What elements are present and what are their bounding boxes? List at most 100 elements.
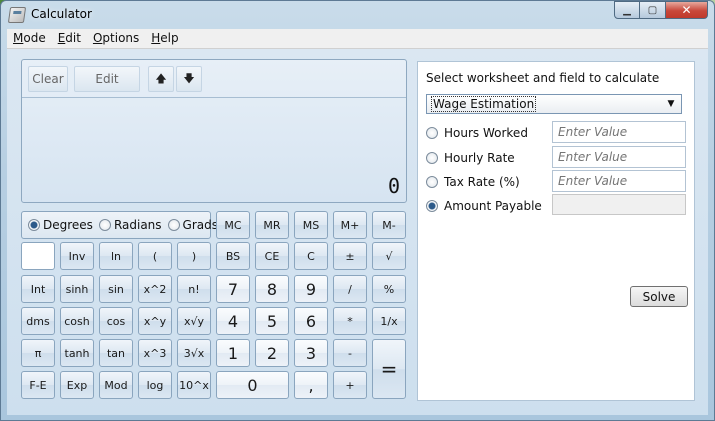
window-title: Calculator: [31, 7, 92, 21]
key-0-button[interactable]: 0: [216, 371, 289, 399]
menu-edit[interactable]: Edit: [52, 29, 87, 48]
history-up-button[interactable]: 🡅: [148, 66, 174, 92]
menu-options-label: ptions: [102, 31, 140, 45]
key-)-button[interactable]: ): [177, 242, 211, 270]
key-e2889a-button[interactable]: √: [372, 242, 406, 270]
key-n!-button[interactable]: n!: [177, 275, 211, 303]
angle-mode-group: Degrees Radians Grads: [21, 211, 218, 239]
hourly-rate-input[interactable]: [552, 146, 686, 168]
key-2b-button[interactable]: +: [333, 371, 367, 399]
key-dms-button[interactable]: dms: [21, 307, 55, 335]
key-xe2889ay-button[interactable]: x√y: [177, 307, 211, 335]
arrow-down-icon: 🡇: [183, 71, 195, 85]
key-exp-button[interactable]: Exp: [60, 371, 94, 399]
menu-mode[interactable]: Mode: [7, 29, 52, 48]
key-25-button[interactable]: %: [372, 275, 406, 303]
chevron-down-icon: ▼: [667, 99, 675, 109]
title-bar[interactable]: Calculator ▁ ▢ ✕: [1, 1, 714, 29]
key-105ex-button[interactable]: 10^x: [177, 371, 211, 399]
key-tanh-button[interactable]: tanh: [60, 339, 94, 367]
field-tax-rate[interactable]: Tax Rate (%): [426, 175, 520, 189]
angle-degrees-label: Degrees: [43, 218, 93, 232]
key-mc-button[interactable]: MC: [216, 211, 250, 239]
key-2c-button[interactable]: ,: [294, 371, 328, 399]
key-bs-button[interactable]: BS: [216, 242, 250, 270]
field-label: Hourly Rate: [444, 151, 515, 165]
radio-icon: [426, 127, 438, 139]
key-ln-button[interactable]: ln: [99, 242, 133, 270]
key-12fx-button[interactable]: 1/x: [372, 307, 406, 335]
key-3e2889ax-button[interactable]: 3√x: [177, 339, 211, 367]
menu-edit-label: dit: [65, 31, 81, 45]
key-cf80-button[interactable]: π: [21, 339, 55, 367]
calculator-icon: [7, 7, 27, 23]
window-controls: ▁ ▢ ✕: [614, 1, 708, 19]
key-*-button[interactable]: *: [333, 307, 367, 335]
solve-button[interactable]: Solve: [630, 286, 688, 307]
field-label: Tax Rate (%): [444, 175, 520, 189]
amount-payable-output: [552, 194, 686, 215]
key-m2b-button[interactable]: M+: [333, 211, 367, 239]
key-cosh-button[interactable]: cosh: [60, 307, 94, 335]
key-int-button[interactable]: Int: [21, 275, 55, 303]
angle-grads[interactable]: Grads: [167, 218, 218, 232]
menu-bar: Mode Edit Options Help: [7, 29, 708, 49]
key-2f-button[interactable]: /: [333, 275, 367, 303]
menu-help-accel: H: [151, 31, 161, 45]
angle-radians[interactable]: Radians: [98, 218, 162, 232]
equals-button[interactable]: =: [372, 339, 406, 399]
worksheet-panel: Select worksheet and field to calculate …: [417, 61, 695, 401]
hours-worked-input[interactable]: [552, 121, 686, 143]
key-ms-button[interactable]: MS: [294, 211, 328, 239]
radio-icon: [98, 219, 111, 231]
key-sin-button[interactable]: sin: [99, 275, 133, 303]
maximize-button[interactable]: ▢: [640, 1, 666, 19]
key---button[interactable]: -: [333, 339, 367, 367]
key-ce-button[interactable]: CE: [255, 242, 289, 270]
maximize-icon: ▢: [647, 4, 658, 16]
angle-degrees[interactable]: Degrees: [28, 218, 93, 232]
key-(-button[interactable]: (: [138, 242, 172, 270]
key-mr-button[interactable]: MR: [255, 211, 289, 239]
worksheet-select[interactable]: Wage Estimation ▼: [426, 94, 682, 114]
menu-help-label: elp: [160, 31, 179, 45]
field-amount-payable[interactable]: Amount Payable: [426, 199, 542, 213]
minimize-button[interactable]: ▁: [614, 1, 640, 19]
key-5-button[interactable]: 5: [255, 307, 289, 335]
history-down-button[interactable]: 🡇: [176, 66, 202, 92]
tax-rate-input[interactable]: [552, 170, 686, 192]
key-x5e2-button[interactable]: x^2: [138, 275, 172, 303]
key-m--button[interactable]: M-: [372, 211, 406, 239]
key-x5ey-button[interactable]: x^y: [138, 307, 172, 335]
key-sinh-button[interactable]: sinh: [60, 275, 94, 303]
key-8-button[interactable]: 8: [255, 275, 289, 303]
key-blank-button[interactable]: [21, 242, 55, 270]
key-1-button[interactable]: 1: [216, 339, 250, 367]
key-x5e3-button[interactable]: x^3: [138, 339, 172, 367]
radio-icon: [167, 219, 180, 231]
key-mod-button[interactable]: Mod: [99, 371, 133, 399]
key-log-button[interactable]: log: [138, 371, 172, 399]
key-c2b1-button[interactable]: ±: [333, 242, 367, 270]
radio-icon: [426, 152, 438, 164]
key-9-button[interactable]: 9: [294, 275, 328, 303]
key-inv-button[interactable]: Inv: [60, 242, 94, 270]
key-f-e-button[interactable]: F-E: [21, 371, 55, 399]
field-label: Amount Payable: [444, 199, 542, 213]
menu-options[interactable]: Options: [87, 29, 145, 48]
clear-history-button[interactable]: Clear: [28, 66, 68, 92]
key-7-button[interactable]: 7: [216, 275, 250, 303]
key-tan-button[interactable]: tan: [99, 339, 133, 367]
key-2-button[interactable]: 2: [255, 339, 289, 367]
radio-icon: [426, 176, 438, 188]
field-hours-worked[interactable]: Hours Worked: [426, 126, 528, 140]
key-3-button[interactable]: 3: [294, 339, 328, 367]
key-c-button[interactable]: C: [294, 242, 328, 270]
close-button[interactable]: ✕: [666, 1, 708, 19]
key-6-button[interactable]: 6: [294, 307, 328, 335]
menu-help[interactable]: Help: [145, 29, 184, 48]
key-4-button[interactable]: 4: [216, 307, 250, 335]
key-cos-button[interactable]: cos: [99, 307, 133, 335]
field-hourly-rate[interactable]: Hourly Rate: [426, 151, 515, 165]
edit-history-button[interactable]: Edit: [74, 66, 140, 92]
